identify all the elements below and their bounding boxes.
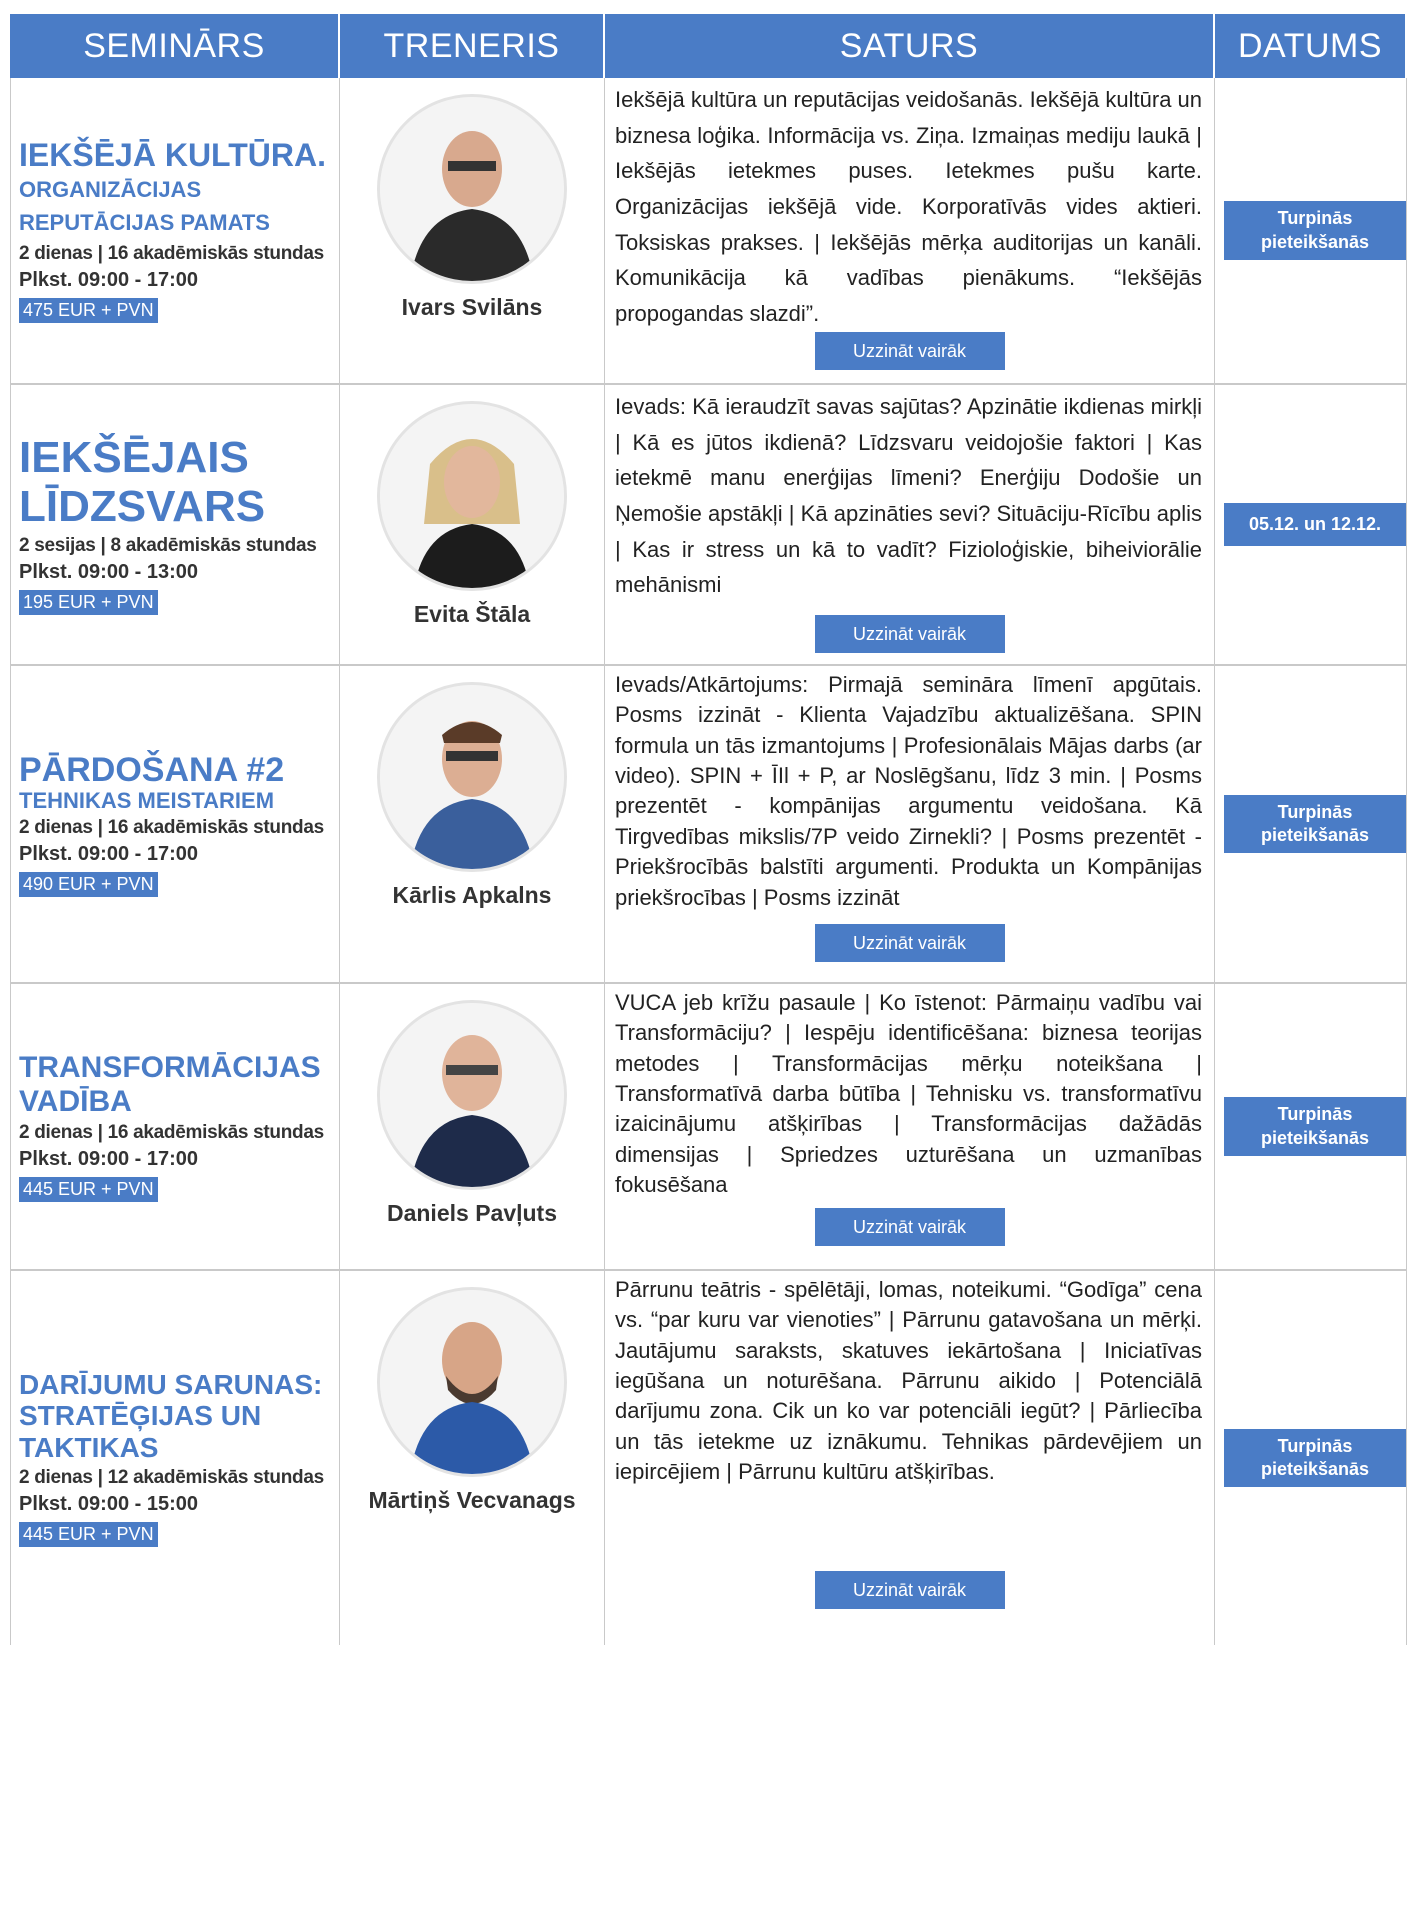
trainer-name: Kārlis Apkalns bbox=[392, 882, 552, 908]
trainer-name: Mārtiņš Vecvanags bbox=[368, 1487, 576, 1513]
trainer-avatar bbox=[377, 401, 567, 591]
learn-more-button[interactable]: Uzzināt vairāk bbox=[814, 332, 1005, 370]
price-badge: 445 EUR + PVN bbox=[19, 1177, 158, 1203]
content-cell: Pārrunu teātris - spēlētāji, lomas, note… bbox=[605, 1271, 1215, 1645]
date-badge[interactable]: Turpinās pieteikšanās bbox=[1224, 1428, 1406, 1488]
content-cell: VUCA jeb krīžu pasaule | Ko īstenot: Pār… bbox=[605, 984, 1215, 1269]
seminar-duration: 2 dienas | 16 akadēmiskās stundas bbox=[19, 1122, 324, 1144]
seminar-title: TRANSFORMĀCIJAS VADĪBA bbox=[19, 1050, 321, 1118]
content-text: Iekšējā kultūra un reputācijas veidošanā… bbox=[615, 87, 1203, 326]
trainer-cell: Daniels Pavļuts bbox=[340, 984, 605, 1269]
date-badge[interactable]: 05.12. un 12.12. bbox=[1224, 502, 1406, 547]
header-content: SATURS bbox=[605, 14, 1215, 78]
date-cell: 05.12. un 12.12. bbox=[1215, 385, 1407, 664]
learn-more-button[interactable]: Uzzināt vairāk bbox=[814, 615, 1005, 653]
learn-more-button[interactable]: Uzzināt vairāk bbox=[814, 924, 1005, 962]
content-text: Pārrunu teātris - spēlētāji, lomas, note… bbox=[615, 1277, 1202, 1485]
seminar-duration: 2 dienas | 12 akadēmiskās stundas bbox=[19, 1467, 324, 1489]
seminar-cell: TRANSFORMĀCIJAS VADĪBA 2 dienas | 16 aka… bbox=[10, 984, 340, 1269]
price-badge: 475 EUR + PVN bbox=[19, 298, 158, 324]
learn-more-button[interactable]: Uzzināt vairāk bbox=[814, 1208, 1005, 1246]
table-row: DARĪJUMU SARUNAS: STRATĒĢIJAS UN TAKTIKA… bbox=[10, 1271, 1407, 1645]
table-row: IEKŠĒJĀ KULTŪRA. ORGANIZĀCIJAS REPUTĀCIJ… bbox=[10, 78, 1407, 385]
trainer-cell: Mārtiņš Vecvanags bbox=[340, 1271, 605, 1645]
price-badge: 195 EUR + PVN bbox=[19, 589, 158, 615]
seminar-time: Plkst. 09:00 - 17:00 bbox=[19, 1148, 198, 1171]
price-badge: 445 EUR + PVN bbox=[19, 1522, 158, 1548]
table-header: SEMINĀRS TRENERIS SATURS DATUMS bbox=[10, 14, 1407, 78]
trainer-avatar bbox=[377, 94, 567, 284]
seminar-table: SEMINĀRS TRENERIS SATURS DATUMS IEKŠĒJĀ … bbox=[10, 14, 1407, 1645]
seminar-cell: IEKŠĒJĀ KULTŪRA. ORGANIZĀCIJAS REPUTĀCIJ… bbox=[10, 78, 340, 383]
seminar-cell: DARĪJUMU SARUNAS: STRATĒĢIJAS UN TAKTIKA… bbox=[10, 1271, 340, 1645]
trainer-cell: Ivars Svilāns bbox=[340, 78, 605, 383]
date-cell: Turpinās pieteikšanās bbox=[1215, 1271, 1407, 1645]
seminar-duration: 2 sesijas | 8 akadēmiskās stundas bbox=[19, 534, 317, 556]
trainer-cell: Kārlis Apkalns bbox=[340, 666, 605, 982]
content-text: Ievads/Atkārtojums: Pirmajā semināra līm… bbox=[615, 672, 1202, 910]
table-row: TRANSFORMĀCIJAS VADĪBA 2 dienas | 16 aka… bbox=[10, 984, 1407, 1271]
seminar-subtitle: TEHNIKAS MEISTARIEM bbox=[19, 787, 275, 813]
trainer-avatar bbox=[377, 1287, 567, 1477]
seminar-title: IEKŠĒJĀ KULTŪRA. bbox=[19, 136, 326, 173]
seminar-time: Plkst. 09:00 - 13:00 bbox=[19, 560, 198, 583]
date-cell: Turpinās pieteikšanās bbox=[1215, 984, 1407, 1269]
seminar-title: PĀRDOŠANA #2 bbox=[19, 750, 285, 789]
date-badge[interactable]: Turpinās pieteikšanās bbox=[1224, 201, 1406, 260]
content-cell: Iekšējā kultūra un reputācijas veidošanā… bbox=[605, 78, 1215, 383]
seminar-title: DARĪJUMU SARUNAS: STRATĒĢIJAS UN TAKTIKA… bbox=[19, 1368, 323, 1463]
trainer-name: Daniels Pavļuts bbox=[386, 1200, 558, 1226]
trainer-name: Evita Štāla bbox=[413, 601, 531, 627]
header-seminar: SEMINĀRS bbox=[10, 14, 340, 78]
header-date: DATUMS bbox=[1215, 14, 1407, 78]
seminar-title: IEKŠĒJAIS LĪDZSVARS bbox=[19, 433, 266, 531]
date-badge[interactable]: Turpinās pieteikšanās bbox=[1224, 794, 1406, 854]
trainer-avatar bbox=[377, 1000, 567, 1190]
content-cell: Ievads/Atkārtojums: Pirmajā semināra līm… bbox=[605, 666, 1215, 982]
seminar-duration: 2 dienas | 16 akadēmiskās stundas bbox=[19, 243, 324, 265]
seminar-subtitle: ORGANIZĀCIJAS REPUTĀCIJAS PAMATS bbox=[19, 177, 270, 236]
table-row: PĀRDOŠANA #2 TEHNIKAS MEISTARIEM 2 diena… bbox=[10, 666, 1407, 984]
seminar-cell: IEKŠĒJAIS LĪDZSVARS 2 sesijas | 8 akadēm… bbox=[10, 385, 340, 664]
trainer-cell: Evita Štāla bbox=[340, 385, 605, 664]
seminar-time: Plkst. 09:00 - 15:00 bbox=[19, 1493, 198, 1516]
content-text: VUCA jeb krīžu pasaule | Ko īstenot: Pār… bbox=[615, 990, 1202, 1198]
content-text: Ievads: Kā ieraudzīt savas sajūtas? Apzi… bbox=[615, 394, 1202, 598]
table-row: IEKŠĒJAIS LĪDZSVARS 2 sesijas | 8 akadēm… bbox=[10, 385, 1407, 666]
trainer-avatar bbox=[377, 682, 567, 872]
seminar-time: Plkst. 09:00 - 17:00 bbox=[19, 843, 198, 866]
price-badge: 490 EUR + PVN bbox=[19, 872, 158, 898]
trainer-name: Ivars Svilāns bbox=[401, 294, 543, 320]
header-trainer: TRENERIS bbox=[340, 14, 605, 78]
learn-more-button[interactable]: Uzzināt vairāk bbox=[814, 1571, 1005, 1609]
date-cell: Turpinās pieteikšanās bbox=[1215, 78, 1407, 383]
seminar-duration: 2 dienas | 16 akadēmiskās stundas bbox=[19, 817, 324, 839]
seminar-cell: PĀRDOŠANA #2 TEHNIKAS MEISTARIEM 2 diena… bbox=[10, 666, 340, 982]
date-badge[interactable]: Turpinās pieteikšanās bbox=[1224, 1097, 1406, 1156]
content-cell: Ievads: Kā ieraudzīt savas sajūtas? Apzi… bbox=[605, 385, 1215, 664]
seminar-time: Plkst. 09:00 - 17:00 bbox=[19, 269, 198, 292]
date-cell: Turpinās pieteikšanās bbox=[1215, 666, 1407, 982]
